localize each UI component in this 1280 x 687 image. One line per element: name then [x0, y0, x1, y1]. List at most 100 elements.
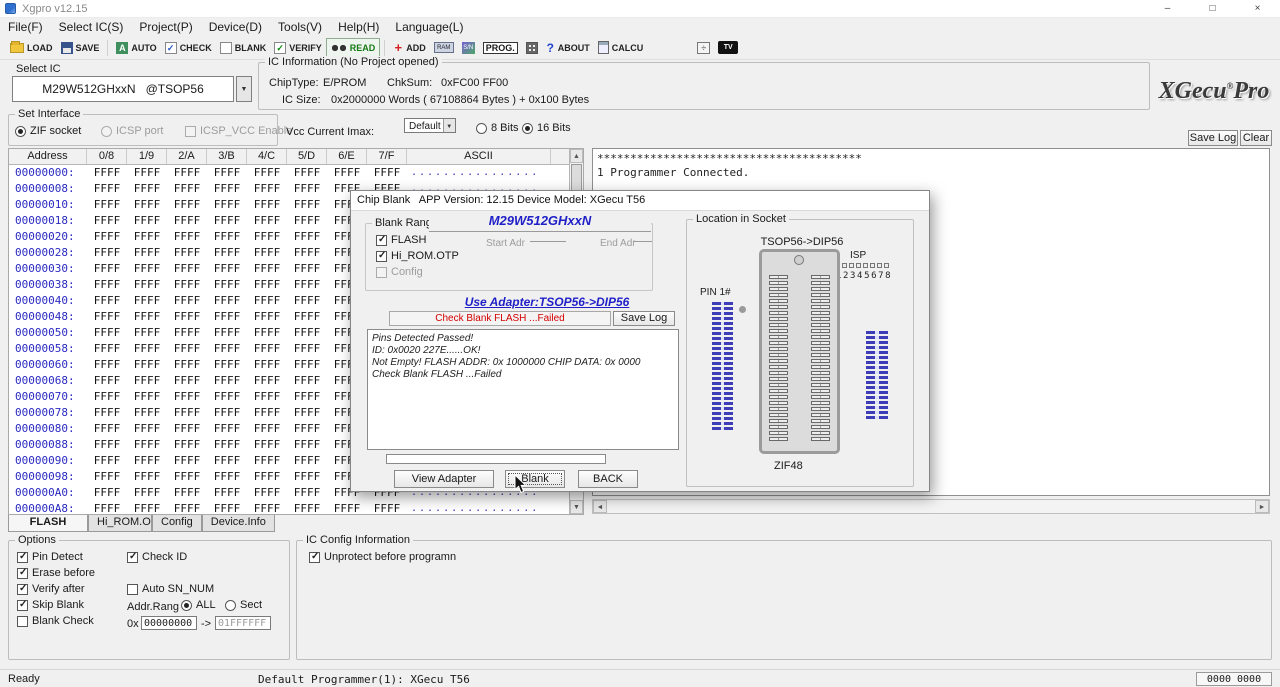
hi-rom-checkbox[interactable]: Hi_ROM.OTP	[376, 250, 459, 262]
toolbar-read-button[interactable]: READ	[326, 38, 381, 58]
dialog-log-line: Not Empty! FLASH ADDR: 0x 1000000 CHIP D…	[372, 357, 674, 369]
scroll-up-icon[interactable]: ▲	[570, 149, 583, 163]
toolbar-prog-button[interactable]: PROG.	[479, 38, 522, 58]
toolbar-verify-button[interactable]: ✓VERIFY	[270, 38, 326, 58]
menu-item-languagel[interactable]: Language(L)	[387, 18, 471, 36]
socket-slot	[811, 413, 830, 417]
toolbar-ram-button[interactable]: RAM	[430, 38, 458, 58]
verify-after-checkbox[interactable]: Verify after	[17, 583, 85, 595]
bits16-radio[interactable]: 16 Bits	[522, 122, 571, 134]
menu-item-deviced[interactable]: Device(D)	[201, 18, 270, 36]
chevron-down-icon: ▼	[443, 119, 455, 132]
blank-check-checkbox[interactable]: Blank Check	[17, 615, 94, 627]
pin-bar	[866, 366, 888, 369]
scroll-left-icon[interactable]: ◄	[593, 500, 607, 513]
toolbar-blank-button[interactable]: BLANK	[216, 38, 271, 58]
skip-blank-checkbox[interactable]: Skip Blank	[17, 599, 84, 611]
hex-cell: FFFF	[127, 357, 167, 373]
icsp-port-radio[interactable]: ICSP port	[101, 125, 164, 137]
dialog-save-log-button[interactable]: Save Log	[613, 311, 675, 326]
config-checkbox[interactable]: Config	[376, 266, 423, 278]
erase-before-checkbox[interactable]: Erase before	[17, 567, 95, 579]
hex-cell: FFFF	[247, 245, 287, 261]
hex-cell: FFFF	[127, 325, 167, 341]
range-from-input[interactable]	[141, 616, 197, 630]
minimize-button[interactable]: –	[1145, 0, 1190, 18]
hex-cell: FFFF	[287, 357, 327, 373]
toolbar-tv-button[interactable]: TV	[714, 38, 742, 58]
close-button[interactable]: ×	[1235, 0, 1280, 18]
table-row[interactable]: 000000A8:FFFFFFFFFFFFFFFFFFFFFFFFFFFFFFF…	[9, 501, 569, 515]
view-adapter-button[interactable]: View Adapter	[394, 470, 494, 488]
tab-flash[interactable]: FLASH	[8, 515, 88, 532]
hex-cell: FFFF	[247, 405, 287, 421]
socket-slot	[769, 365, 788, 369]
back-button[interactable]: BACK	[578, 470, 638, 488]
tab-config[interactable]: Config	[152, 515, 202, 532]
hex-cell: FFFF	[287, 325, 327, 341]
menu-item-toolsv[interactable]: Tools(V)	[270, 18, 330, 36]
scroll-down-icon[interactable]: ▼	[570, 500, 583, 514]
toolbar-multi-button[interactable]	[522, 38, 542, 58]
check-id-checkbox[interactable]: Check ID	[127, 551, 187, 563]
hex-cell: FFFF	[287, 293, 327, 309]
row-address: 00000038:	[9, 277, 87, 293]
pin-bar	[866, 391, 888, 394]
select-ic-dropdown-button[interactable]: ▼	[236, 76, 252, 102]
menu-item-helph[interactable]: Help(H)	[330, 18, 387, 36]
hex-cell: FFFF	[247, 229, 287, 245]
start-adr-field[interactable]	[530, 232, 566, 242]
hex-cell: FFFF	[167, 213, 207, 229]
hex-cell: FFFF	[127, 389, 167, 405]
toolbar-auto-button[interactable]: AAUTO	[112, 38, 160, 58]
table-row[interactable]: 00000000:FFFFFFFFFFFFFFFFFFFFFFFFFFFFFFF…	[9, 165, 569, 181]
isp-pin-square	[842, 263, 847, 268]
vcc-imax-label: Vcc Current Imax:	[286, 126, 374, 138]
toolbar: LOADSAVE AAUTO✓CHECKBLANK✓VERIFYREAD +ADDR…	[0, 36, 1280, 60]
hex-column-header: 2/A	[167, 149, 207, 164]
menu-item-selectics[interactable]: Select IC(S)	[51, 18, 132, 36]
addr-range-sect-radio[interactable]: Sect	[225, 599, 262, 611]
toolbar-logic-button[interactable]: ÷	[693, 38, 714, 58]
vcc-imax-dropdown[interactable]: Default▼	[404, 118, 456, 133]
menu-item-projectp[interactable]: Project(P)	[131, 18, 200, 36]
select-ic-combobox[interactable]: M29W512GHxxN @TSOP56	[12, 76, 234, 102]
addr-range-all-radio[interactable]: ALL	[181, 599, 216, 611]
hex-cell: FFFF	[127, 213, 167, 229]
icsp-vcc-checkbox[interactable]: ICSP_VCC Enable	[185, 125, 292, 137]
set-interface-title: Set Interface	[15, 108, 83, 121]
flash-checkbox[interactable]: FLASH	[376, 234, 426, 246]
toolbar-add-button[interactable]: +ADD	[389, 38, 430, 58]
toolbar-sn-button[interactable]: S/N	[458, 38, 479, 58]
menu-item-filef[interactable]: File(F)	[0, 18, 51, 36]
auto-sn-checkbox[interactable]: Auto SN_NUM	[127, 583, 214, 595]
socket-slot	[811, 407, 830, 411]
save-log-button[interactable]: Save Log	[1188, 130, 1238, 146]
toolbar-about-button[interactable]: ?ABOUT	[542, 38, 594, 58]
hex-cell: FFFF	[247, 197, 287, 213]
toolbar-load-button[interactable]: LOAD	[6, 38, 57, 58]
hex-cell: FFFF	[87, 245, 127, 261]
pin-detect-checkbox[interactable]: Pin Detect	[17, 551, 83, 563]
tab-deviceinfo[interactable]: Device.Info	[202, 515, 275, 532]
hex-cell: FFFF	[287, 453, 327, 469]
hex-cell: FFFF	[207, 405, 247, 421]
maximize-button[interactable]: □	[1190, 0, 1235, 18]
socket-slot	[811, 293, 830, 297]
scroll-right-icon[interactable]: ►	[1255, 500, 1269, 513]
status-programmer: Default Programmer(1): XGecu T56	[258, 673, 470, 686]
bits8-radio[interactable]: 8 Bits	[476, 122, 519, 134]
range-to-input[interactable]	[215, 616, 271, 630]
hex-cell: FFFF	[247, 437, 287, 453]
clear-button[interactable]: Clear	[1240, 130, 1272, 146]
toolbar-check-button[interactable]: ✓CHECK	[161, 38, 216, 58]
log-horizontal-scrollbar[interactable]: ◄ ►	[592, 499, 1270, 514]
end-adr-field[interactable]	[634, 232, 652, 242]
auto-icon: A	[116, 42, 128, 54]
zif-socket-radio[interactable]: ZIF socket	[15, 125, 81, 137]
toolbar-calcu-button[interactable]: CALCU	[594, 38, 648, 58]
hex-cell: FFFF	[127, 229, 167, 245]
unprotect-checkbox[interactable]: Unprotect before programn	[309, 551, 456, 563]
tab-hi_romotp[interactable]: Hi_ROM.OTP	[88, 515, 152, 532]
toolbar-save-button[interactable]: SAVE	[57, 38, 104, 58]
